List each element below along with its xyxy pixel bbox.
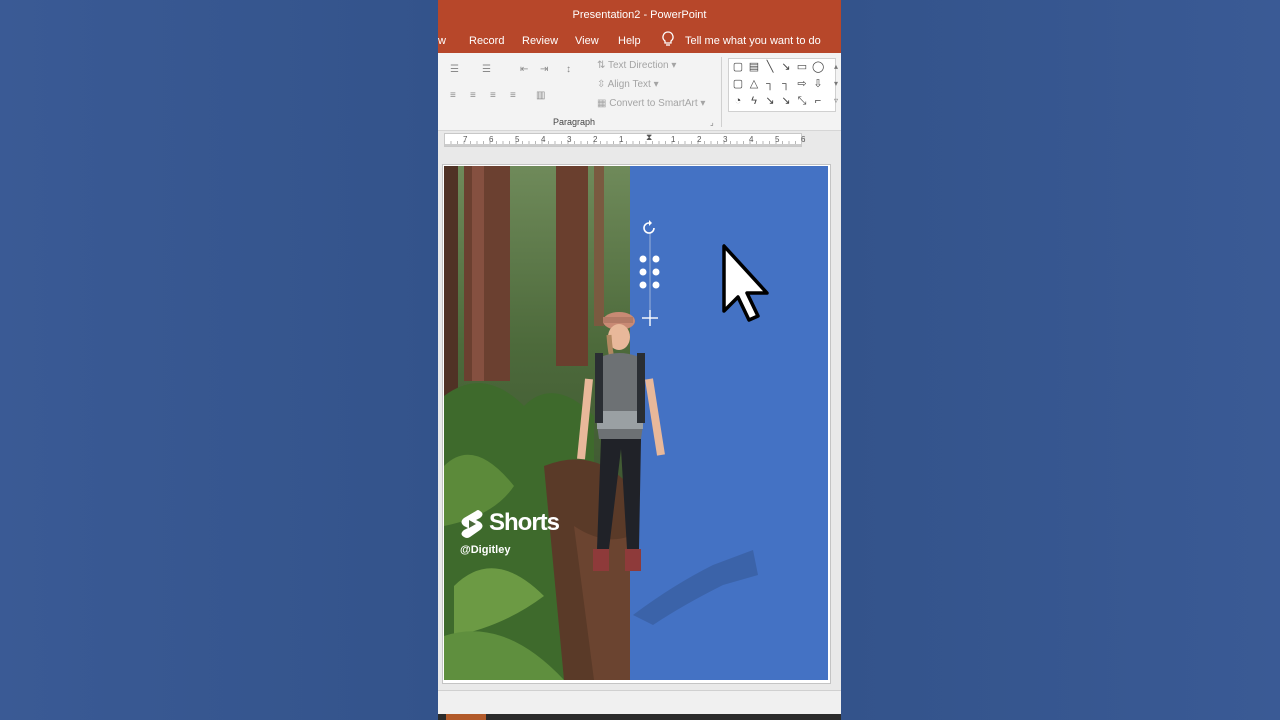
horizontal-ruler: 7 6 5 4 3 2 1 1 2 3 4 5 6 xyxy=(444,133,806,147)
ruler-tick-label: 7 xyxy=(463,135,468,144)
justify-icon[interactable]: ≡ xyxy=(510,91,524,101)
ruler-tick-label: 3 xyxy=(723,135,728,144)
slide-canvas: Shorts @Digitley xyxy=(442,164,831,684)
ruler-tick-label: 5 xyxy=(515,135,520,144)
channel-handle: @Digitley xyxy=(460,544,511,556)
shapes-gallery[interactable]: ▢ ▤ ╲ ↘ ▭ ◯ ▢ △ ┐ ┐ ⇨ ⇩ ◔ ϟ ↘ ↘ ⤡ ⌐ xyxy=(728,58,836,112)
align-right-icon[interactable]: ≡ xyxy=(490,91,504,101)
ruler-tick-label: 1 xyxy=(671,135,676,144)
ruler-tick-label: 2 xyxy=(697,135,702,144)
decrease-indent-icon[interactable]: ⇤ xyxy=(520,65,534,75)
ruler-tick-label: 2 xyxy=(593,135,598,144)
triangle-icon[interactable]: △ xyxy=(748,78,760,90)
chevron-down-icon: ▾ xyxy=(668,60,677,71)
arrow-line-icon[interactable]: ↘ xyxy=(780,61,792,73)
ruler-tick-label: 1 xyxy=(619,135,624,144)
rectangle-icon[interactable]: ▭ xyxy=(796,61,808,73)
ribbon-tabs: w Record Review View Help Tell me what y… xyxy=(438,28,841,53)
pie-shape-icon[interactable]: ◔ xyxy=(732,95,744,107)
diagonal-line-icon[interactable]: ↘ xyxy=(780,95,792,107)
ruler-tick-label: 5 xyxy=(775,135,780,144)
dialog-launcher-icon[interactable]: ⌟ xyxy=(710,118,714,127)
video-progress-fill xyxy=(446,714,486,720)
tab-view[interactable]: View xyxy=(575,35,599,47)
chevron-down-icon: ▾ xyxy=(697,98,706,109)
shorts-logo-icon xyxy=(460,509,484,539)
tab-review[interactable]: Review xyxy=(522,35,558,47)
powerpoint-window: Presentation2 - PowerPoint w Record Revi… xyxy=(438,0,841,720)
tab-help[interactable]: Help xyxy=(618,35,641,47)
elbow-connector-icon[interactable]: ┐ xyxy=(764,78,776,90)
move-crosshair-icon xyxy=(642,310,658,326)
window-title: Presentation2 - PowerPoint xyxy=(572,9,707,21)
ribbon-divider xyxy=(721,57,722,127)
double-arrow-icon[interactable]: ⤡ xyxy=(796,95,808,107)
align-text-icon: ⇳ xyxy=(597,79,608,90)
ruler-tick-label: 3 xyxy=(567,135,572,144)
down-arrow-icon[interactable]: ⇩ xyxy=(812,78,824,90)
rotate-handle-icon[interactable] xyxy=(641,220,657,236)
increase-indent-icon[interactable]: ⇥ xyxy=(540,65,554,75)
text-box-icon[interactable]: ▢ xyxy=(732,61,744,73)
video-progress-track xyxy=(438,714,841,720)
align-left-icon[interactable]: ≡ xyxy=(450,91,464,101)
gallery-scroll-icon[interactable]: ▴ ▾ ▿ xyxy=(834,58,841,110)
tell-me-search[interactable]: Tell me what you want to do xyxy=(685,35,821,47)
text-direction-button[interactable]: ⇅ Text Direction ▾ xyxy=(597,60,676,71)
shorts-label: Shorts xyxy=(489,509,560,536)
shadow-shape xyxy=(633,550,758,625)
align-center-icon[interactable]: ≡ xyxy=(470,91,484,101)
smartart-icon: ▦ xyxy=(597,98,610,109)
lightning-icon[interactable]: ϟ xyxy=(748,95,760,107)
columns-icon[interactable]: ▥ xyxy=(536,91,550,101)
elbow-arrow-icon[interactable]: ┐ xyxy=(780,78,792,90)
lightbulb-icon[interactable] xyxy=(662,31,674,47)
oval-icon[interactable]: ◯ xyxy=(812,61,824,73)
text-direction-icon: ⇅ xyxy=(597,60,608,71)
ruler-tick-label: 4 xyxy=(541,135,546,144)
line-icon[interactable]: ╲ xyxy=(764,61,776,73)
title-bar: Presentation2 - PowerPoint xyxy=(438,0,841,28)
numbering-icon[interactable]: ☰ xyxy=(482,65,496,75)
ruler-tick-label: 4 xyxy=(749,135,754,144)
chevron-down-icon: ▾ xyxy=(650,79,659,90)
ribbon: ☰ ☰ ⇤ ⇥ ↕ ≡ ≡ ≡ ≡ ▥ ⇅ Text Direction ▾ ⇳… xyxy=(438,53,841,131)
line-spacing-icon[interactable]: ↕ xyxy=(566,65,580,75)
indent-marker-icon[interactable]: ⧗ xyxy=(646,133,652,142)
tab-partial[interactable]: w xyxy=(438,35,446,47)
text-box-horizontal-icon[interactable]: ▤ xyxy=(748,61,760,73)
align-text-button[interactable]: ⇳ Align Text ▾ xyxy=(597,79,659,90)
bullets-icon[interactable]: ☰ xyxy=(450,65,464,75)
ruler-tick-label: 6 xyxy=(489,135,494,144)
rounded-rectangle-icon[interactable]: ▢ xyxy=(732,78,744,90)
ruler-tick-label: 6 xyxy=(801,135,806,144)
diagonal-arrow-icon[interactable]: ↘ xyxy=(764,95,776,107)
paragraph-group-label: Paragraph xyxy=(553,117,596,127)
mouse-pointer-icon xyxy=(721,243,775,323)
tab-record[interactable]: Record xyxy=(469,35,504,47)
convert-smartart-button[interactable]: ▦ Convert to SmartArt ▾ xyxy=(597,98,705,109)
right-arrow-icon[interactable]: ⇨ xyxy=(796,78,808,90)
curved-connector-icon[interactable]: ⌐ xyxy=(812,95,824,107)
